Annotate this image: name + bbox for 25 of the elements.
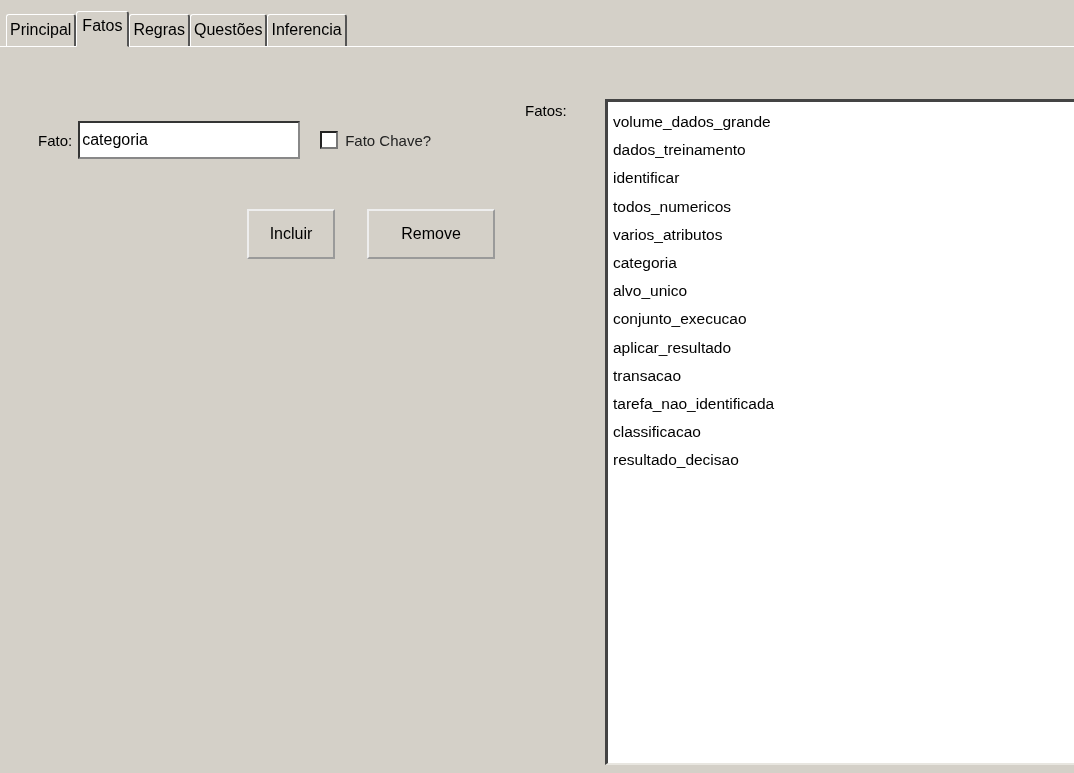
list-label: Fatos: bbox=[524, 102, 568, 119]
include-button[interactable]: Incluir bbox=[247, 209, 335, 259]
tab[interactable]: Regras bbox=[129, 14, 190, 46]
tab[interactable]: Principal bbox=[6, 14, 77, 46]
tab[interactable]: Fatos bbox=[76, 11, 130, 47]
list-item[interactable]: classificacao bbox=[613, 418, 701, 447]
list-item[interactable]: resultado_decisao bbox=[613, 446, 739, 475]
list-item[interactable]: volume_dados_grande bbox=[613, 108, 771, 137]
list-item[interactable]: varios_atributos bbox=[613, 220, 723, 249]
list-item[interactable]: transacao bbox=[613, 361, 682, 391]
tab[interactable]: Inferencia bbox=[267, 14, 347, 46]
list-item[interactable]: categoria bbox=[613, 249, 677, 278]
fact-input-field[interactable]: categoria bbox=[78, 121, 301, 159]
list-item[interactable]: identificar bbox=[613, 164, 680, 193]
list-item[interactable]: tarefa_nao_identificada bbox=[613, 390, 775, 419]
list-item[interactable]: conjunto_execucao bbox=[613, 305, 747, 334]
list-item[interactable]: aplicar_resultado bbox=[613, 333, 732, 362]
field-label: Fato: bbox=[38, 131, 73, 149]
list-item[interactable]: alvo_unico bbox=[613, 277, 688, 306]
tab[interactable]: Questões bbox=[189, 14, 268, 46]
checkbox[interactable] bbox=[320, 131, 339, 149]
checkbox-label: Fato Chave? bbox=[345, 131, 432, 149]
list-item[interactable]: dados_treinamento bbox=[613, 136, 746, 165]
remove-button[interactable]: Remove bbox=[367, 209, 495, 259]
list-item[interactable]: todos_numericos bbox=[613, 192, 732, 221]
